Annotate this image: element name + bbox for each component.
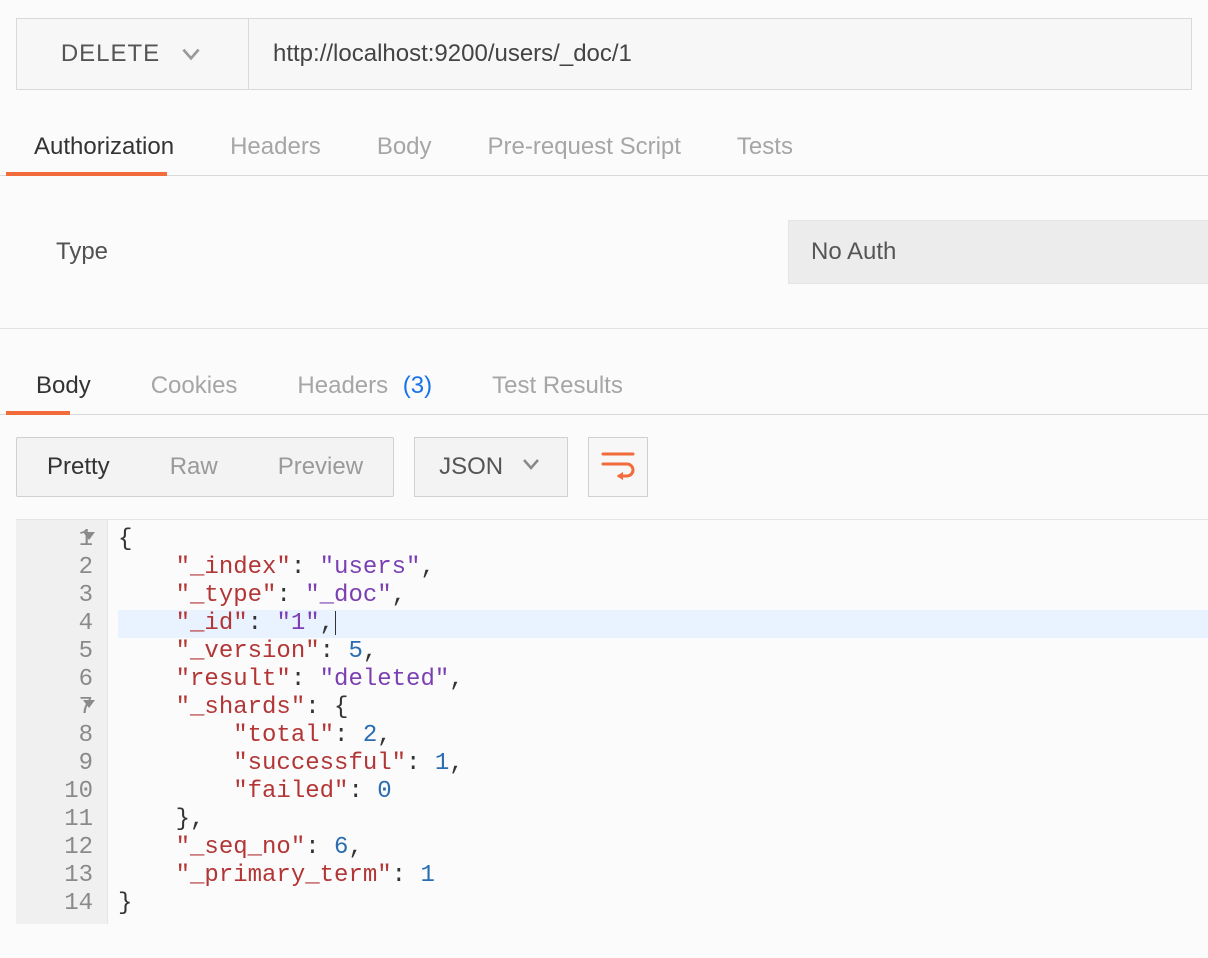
tab-label: Headers bbox=[297, 372, 388, 399]
request-tab-authorization[interactable]: Authorization bbox=[6, 133, 202, 175]
request-tabs: AuthorizationHeadersBodyPre-request Scri… bbox=[0, 118, 1208, 176]
code-line: }, bbox=[118, 806, 1208, 834]
url-field-container bbox=[249, 19, 1191, 89]
tab-badge: (3) bbox=[396, 372, 432, 399]
code-line: "failed": 0 bbox=[118, 778, 1208, 806]
code-line: "_id": "1", bbox=[118, 610, 1208, 638]
line-number: 8 bbox=[16, 722, 93, 750]
line-number: 12 bbox=[16, 834, 93, 862]
chevron-down-icon bbox=[519, 452, 543, 483]
wrap-lines-button[interactable] bbox=[588, 437, 648, 497]
http-method-dropdown[interactable]: DELETE bbox=[17, 19, 249, 89]
code-line: { bbox=[118, 526, 1208, 554]
line-number: 2 bbox=[16, 554, 93, 582]
request-tab-headers[interactable]: Headers bbox=[202, 133, 349, 175]
response-body-code: { "_index": "users", "_type": "_doc", "_… bbox=[108, 520, 1208, 924]
view-mode-raw[interactable]: Raw bbox=[140, 438, 248, 496]
authorization-panel: Type No Auth bbox=[0, 176, 1208, 329]
tab-label: Body bbox=[36, 372, 91, 399]
line-number: 11 bbox=[16, 806, 93, 834]
response-tab-test-results[interactable]: Test Results bbox=[462, 372, 653, 414]
auth-type-selected: No Auth bbox=[811, 238, 896, 266]
fold-toggle-icon[interactable] bbox=[83, 532, 95, 540]
code-line: "_shards": { bbox=[118, 694, 1208, 722]
response-body-editor[interactable]: 1234567891011121314 { "_index": "users",… bbox=[16, 519, 1208, 924]
line-number: 3 bbox=[16, 582, 93, 610]
view-mode-group: PrettyRawPreview bbox=[16, 437, 394, 497]
line-number: 7 bbox=[16, 694, 93, 722]
response-tabs: Body Cookies Headers (3) Test Results bbox=[0, 357, 1208, 415]
fold-toggle-icon[interactable] bbox=[83, 700, 95, 708]
wrap-lines-icon bbox=[601, 450, 635, 485]
view-mode-pretty[interactable]: Pretty bbox=[17, 438, 140, 496]
response-format-label: JSON bbox=[439, 453, 503, 481]
auth-type-select[interactable]: No Auth bbox=[788, 220, 1208, 284]
line-number: 13 bbox=[16, 862, 93, 890]
auth-type-label: Type bbox=[56, 238, 788, 266]
response-tab-cookies[interactable]: Cookies bbox=[121, 372, 268, 414]
tab-label: Cookies bbox=[151, 372, 238, 399]
request-url-input[interactable] bbox=[273, 40, 1167, 68]
request-bar: DELETE bbox=[16, 18, 1192, 90]
line-number-gutter: 1234567891011121314 bbox=[16, 520, 108, 924]
request-tab-body[interactable]: Body bbox=[349, 133, 460, 175]
response-tab-headers[interactable]: Headers (3) bbox=[267, 372, 462, 414]
line-number: 4 bbox=[16, 610, 93, 638]
response-view-controls: PrettyRawPreview JSON bbox=[0, 415, 1208, 519]
code-line: "_primary_term": 1 bbox=[118, 862, 1208, 890]
response-tab-body[interactable]: Body bbox=[6, 372, 121, 414]
line-number: 1 bbox=[16, 526, 93, 554]
line-number: 9 bbox=[16, 750, 93, 778]
code-line: "_version": 5, bbox=[118, 638, 1208, 666]
code-line: "_type": "_doc", bbox=[118, 582, 1208, 610]
code-line: "total": 2, bbox=[118, 722, 1208, 750]
line-number: 10 bbox=[16, 778, 93, 806]
tab-label: Test Results bbox=[492, 372, 623, 399]
code-line: "_seq_no": 6, bbox=[118, 834, 1208, 862]
line-number: 6 bbox=[16, 666, 93, 694]
code-line: "result": "deleted", bbox=[118, 666, 1208, 694]
code-line: "_index": "users", bbox=[118, 554, 1208, 582]
line-number: 14 bbox=[16, 890, 93, 918]
view-mode-preview[interactable]: Preview bbox=[248, 438, 393, 496]
request-tab-tests[interactable]: Tests bbox=[709, 133, 821, 175]
response-format-select[interactable]: JSON bbox=[414, 437, 568, 497]
text-cursor bbox=[335, 611, 336, 635]
http-method-label: DELETE bbox=[61, 40, 160, 68]
code-line: "successful": 1, bbox=[118, 750, 1208, 778]
line-number: 5 bbox=[16, 638, 93, 666]
code-line: } bbox=[118, 890, 1208, 918]
request-tab-pre-request-script[interactable]: Pre-request Script bbox=[460, 133, 709, 175]
chevron-down-icon bbox=[178, 41, 204, 67]
